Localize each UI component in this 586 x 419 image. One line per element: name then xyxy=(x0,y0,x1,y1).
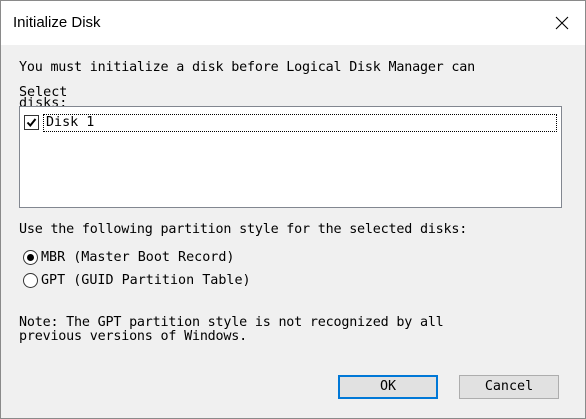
instruction-text: You must initialize a disk before Logica… xyxy=(19,60,475,75)
mbr-radio[interactable] xyxy=(23,250,38,265)
mbr-label: MBR (Master Boot Record) xyxy=(41,250,235,265)
mbr-option[interactable]: MBR (Master Boot Record) xyxy=(23,250,234,265)
gpt-option[interactable]: GPT (GUID Partition Table) xyxy=(23,273,251,288)
checkmark-icon xyxy=(26,118,37,128)
partition-style-label: Use the following partition style for th… xyxy=(19,222,468,237)
list-item[interactable]: Disk 1 xyxy=(22,113,557,132)
close-icon xyxy=(555,16,569,30)
title-bar: Initialize Disk xyxy=(1,1,585,45)
disk-1-label: Disk 1 xyxy=(43,113,557,132)
gpt-label: GPT (GUID Partition Table) xyxy=(41,273,251,288)
radio-selected-dot xyxy=(27,254,34,261)
close-button[interactable] xyxy=(539,1,585,45)
initialize-disk-dialog: Initialize Disk You must initialize a di… xyxy=(0,0,586,419)
disk-listbox[interactable]: Disk 1 xyxy=(19,106,562,208)
cancel-button[interactable]: Cancel xyxy=(459,375,559,399)
disk-1-checkbox[interactable] xyxy=(24,115,39,130)
gpt-radio[interactable] xyxy=(23,273,38,288)
ok-button[interactable]: OK xyxy=(338,375,438,399)
dialog-title: Initialize Disk xyxy=(13,14,101,31)
gpt-note: Note: The GPT partition style is not rec… xyxy=(19,315,444,344)
